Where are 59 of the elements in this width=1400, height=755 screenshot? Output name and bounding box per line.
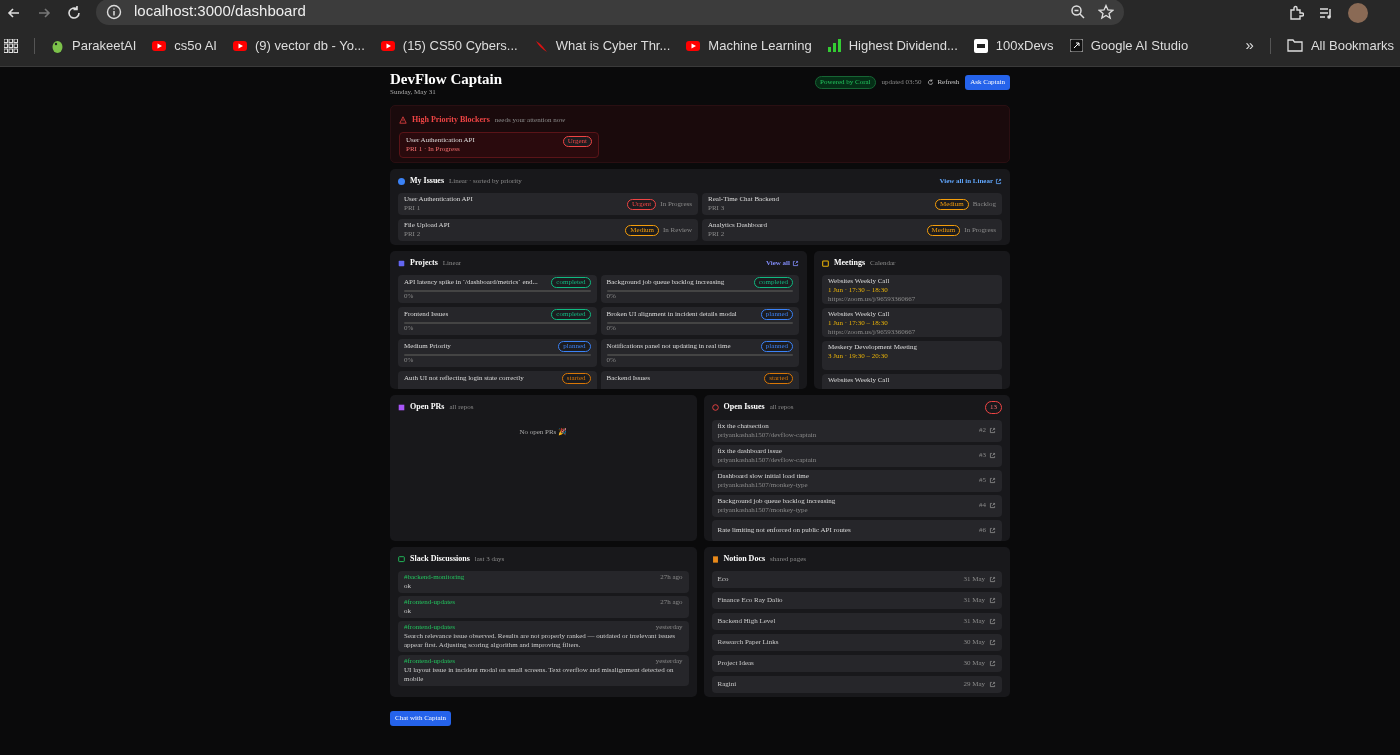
bookmark-link[interactable]: cs5o AI xyxy=(152,35,217,56)
external-link-icon xyxy=(989,427,996,434)
panel-title: Notion Docs xyxy=(723,553,766,565)
external-link-icon xyxy=(989,681,996,688)
refresh-icon xyxy=(927,78,935,86)
studio-icon xyxy=(1069,39,1083,52)
external-link-icon xyxy=(989,452,996,459)
video-icon xyxy=(232,40,247,51)
video-icon xyxy=(686,40,701,51)
bookmark-link[interactable]: Google AI Studio xyxy=(1069,35,1189,56)
all-bookmarks-link[interactable]: All Bookmarks xyxy=(1286,35,1394,56)
panel-title: Slack Discussions xyxy=(410,553,470,565)
bookmark-link[interactable]: Highest Dividend... xyxy=(827,35,958,56)
external-link-icon xyxy=(989,477,996,484)
external-link-icon xyxy=(989,660,996,667)
panel-title: My Issues xyxy=(410,175,444,187)
video-icon xyxy=(380,40,395,51)
external-link-icon xyxy=(989,618,996,625)
info-icon xyxy=(106,3,122,20)
slash-icon xyxy=(533,38,548,53)
external-link-icon xyxy=(989,639,996,646)
document-icon xyxy=(711,555,719,563)
tile-icon xyxy=(973,38,988,53)
bookmark-link[interactable]: What is Cyber Thr... xyxy=(533,35,671,56)
external-link-icon xyxy=(989,527,996,534)
chat-icon xyxy=(398,555,405,563)
folder-icon xyxy=(1286,39,1303,52)
video-icon xyxy=(152,40,167,51)
panel-title: Meetings xyxy=(834,257,866,269)
external-link-icon xyxy=(792,259,799,267)
panel-title: Projects xyxy=(410,257,438,269)
app-title: DevFlow Captain xyxy=(390,71,503,88)
issue-icon xyxy=(711,403,719,411)
panel-title: Open Issues xyxy=(723,401,765,414)
bookmark-link[interactable]: 100xDevs xyxy=(973,35,1054,56)
external-link-icon xyxy=(995,177,1002,185)
warning-icon xyxy=(399,116,407,124)
external-link-icon xyxy=(989,502,996,509)
bars-icon xyxy=(827,39,841,52)
panel-title: Open PRs xyxy=(410,401,445,413)
apps-icon[interactable] xyxy=(4,38,18,53)
zoom-icon[interactable] xyxy=(1070,3,1086,20)
star-icon[interactable] xyxy=(1098,3,1114,20)
address-bar[interactable]: localhost:3000/dashboard xyxy=(96,0,1124,25)
bird-icon xyxy=(51,38,64,53)
panel-title: High Priority Blockers xyxy=(412,114,490,126)
cube-icon xyxy=(398,259,405,267)
bookmark-link[interactable]: Machine Learning xyxy=(686,35,812,56)
calendar-icon xyxy=(822,259,829,267)
pull-request-icon xyxy=(398,403,405,411)
extension-icon[interactable] xyxy=(1288,4,1304,21)
reload-icon[interactable] xyxy=(66,4,82,21)
external-link-icon xyxy=(989,597,996,604)
avatar-icon[interactable] xyxy=(1348,2,1368,23)
bookmark-link[interactable]: ParakeetAI xyxy=(51,35,137,56)
external-link-icon xyxy=(989,576,996,583)
bookmark-link[interactable]: (15) CS50 Cybers... xyxy=(380,35,518,56)
bookmarks-overflow-button[interactable]: » xyxy=(1245,34,1254,57)
bookmark-link[interactable]: (9) vector db - Yo... xyxy=(232,35,365,56)
